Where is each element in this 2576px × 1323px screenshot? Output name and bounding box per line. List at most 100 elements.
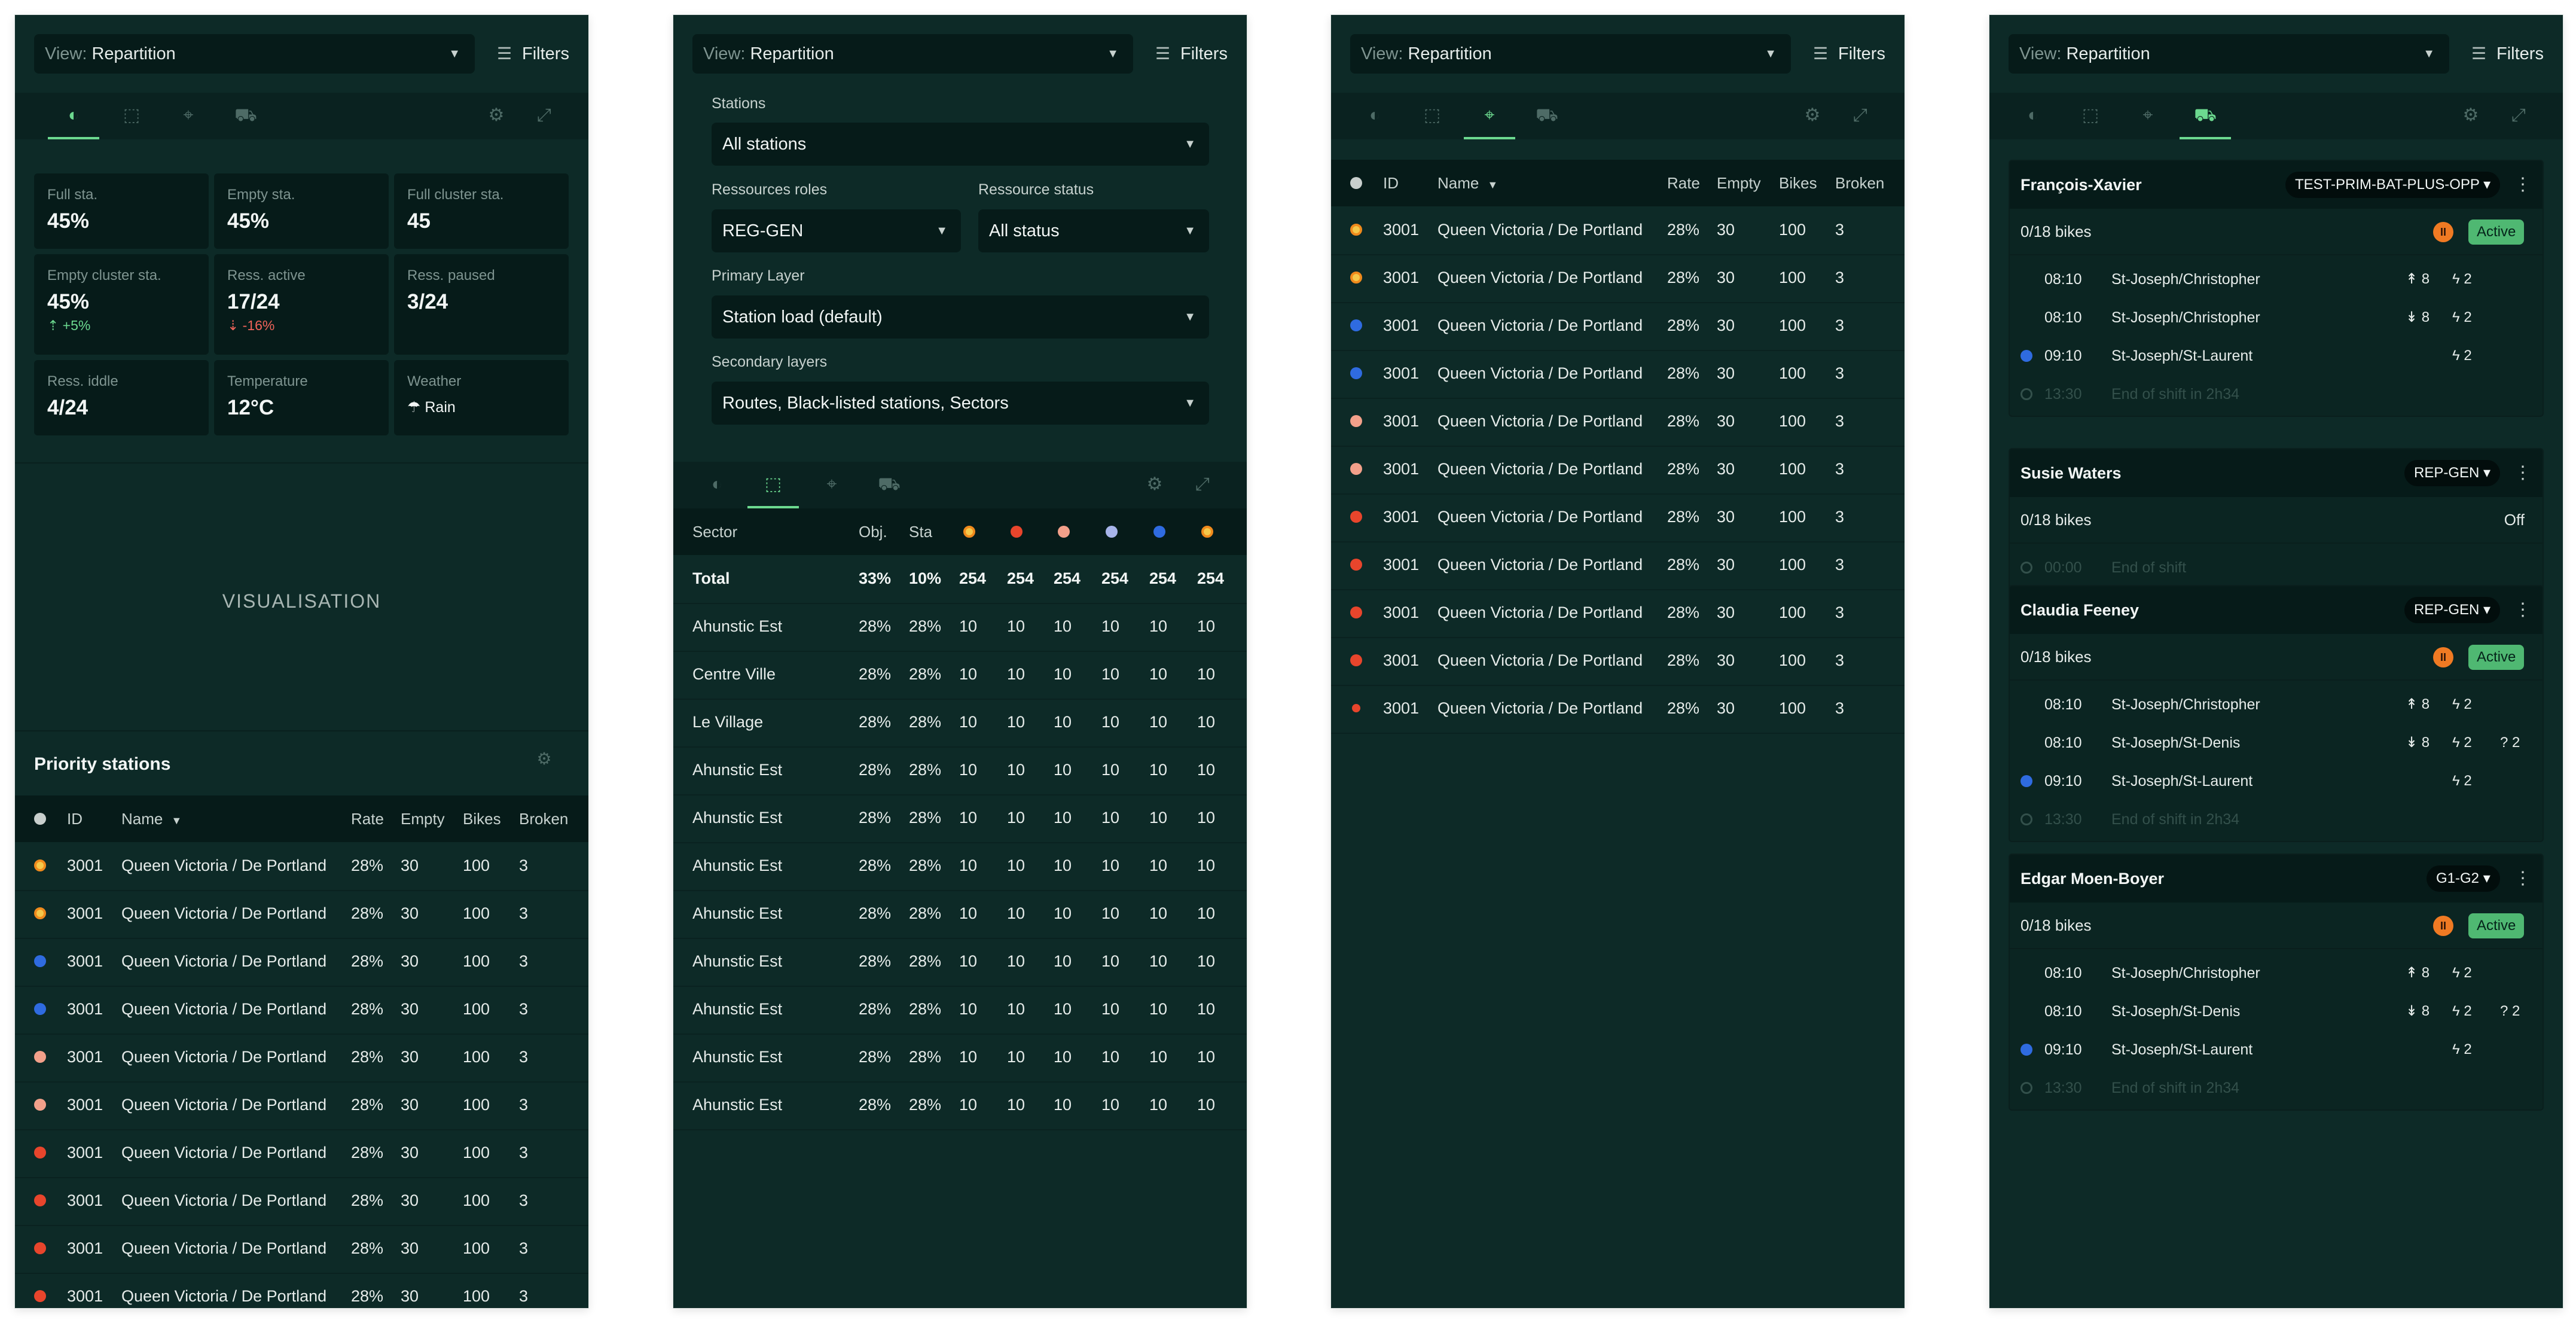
col-broken[interactable]: Broken — [519, 795, 568, 842]
table-row[interactable]: Ahunstic Est 28% 28% 10 10 10 10 10 10 — [673, 746, 1247, 795]
list-item[interactable]: 09:10 St-Joseph/St-Laurent ϟ 2 — [2010, 337, 2543, 375]
col-id[interactable]: ID — [67, 795, 83, 842]
col-id[interactable]: ID — [1383, 160, 1399, 206]
table-row[interactable]: 3001 Queen Victoria / De Portland 28% 30 100… — [15, 1177, 588, 1226]
tab-load[interactable]: ◐ — [2007, 93, 2059, 139]
col-bikes[interactable]: Bikes — [1779, 160, 1817, 206]
resource-card[interactable]: Claudia Feeney REP-GEN ▾ ⋮ 0/18 bikes II Acti… — [2009, 585, 2544, 842]
gear-icon[interactable]: ⚙ — [1134, 462, 1176, 508]
list-item[interactable]: 09:10 St-Joseph/St-Laurent ϟ 2 — [2010, 1031, 2543, 1069]
gear-icon[interactable]: ⚙ — [475, 93, 517, 139]
col-name[interactable]: Name ▼ — [1437, 160, 1498, 208]
table-row[interactable]: Ahunstic Est 28% 28% 10 10 10 10 10 10 — [673, 1081, 1247, 1130]
table-row[interactable]: 3001 Queen Victoria / De Portland 28% 30 100… — [1331, 589, 1904, 638]
view-select[interactable]: View: Repartition ▼ — [2009, 34, 2449, 74]
tab-load[interactable]: ◐ — [691, 462, 743, 508]
tab-load[interactable]: ◐ — [1349, 93, 1400, 139]
col-empty[interactable]: Empty — [401, 795, 445, 842]
tab-stations[interactable]: ⌖ — [1464, 93, 1515, 139]
expand-icon[interactable]: ⤢ — [523, 93, 565, 139]
table-row[interactable]: 3001 Queen Victoria / De Portland 28% 30 100… — [15, 1081, 588, 1130]
table-row[interactable]: 3001 Queen Victoria / De Portland 28% 30 100… — [1331, 637, 1904, 686]
table-row[interactable]: 3001 Queen Victoria / De Portland 28% 30 100… — [1331, 206, 1904, 255]
tab-sectors[interactable]: ⬚ — [2065, 93, 2116, 139]
gear-icon[interactable]: ⚙ — [2450, 93, 2492, 139]
status-select[interactable]: All status ▼ — [978, 209, 1209, 252]
col-bikes[interactable]: Bikes — [463, 795, 501, 842]
table-row[interactable]: 3001 Queen Victoria / De Portland 28% 30 100… — [1331, 254, 1904, 303]
table-row[interactable]: Centre Ville 28% 28% 10 10 10 10 10 10 — [673, 651, 1247, 700]
more-icon[interactable]: ⋮ — [2514, 449, 2532, 497]
table-row[interactable]: 3001 Queen Victoria / De Portland 28% 30 100… — [15, 842, 588, 891]
table-row[interactable]: 3001 Queen Victoria / De Portland 28% 30 100… — [1331, 350, 1904, 399]
table-row[interactable]: 3001 Queen Victoria / De Portland 28% 30 100… — [1331, 446, 1904, 495]
tab-vehicles[interactable]: ⛟ — [2180, 93, 2231, 139]
primary-layer-select[interactable]: Station load (default) ▼ — [712, 295, 1209, 339]
pause-icon[interactable]: II — [2433, 916, 2453, 936]
filters-button[interactable]: ☰ Filters 7 — [2458, 34, 2554, 74]
col-sector[interactable]: Sector — [692, 508, 737, 555]
list-item[interactable]: 09:10 St-Joseph/St-Laurent ϟ 2 — [2010, 762, 2543, 800]
col-broken[interactable]: Broken — [1835, 160, 1884, 206]
list-item[interactable]: 08:10 St-Joseph/St-Denis ↡ 8 ϟ 2 ? 2 — [2010, 724, 2543, 762]
table-row[interactable]: 3001 Queen Victoria / De Portland 28% 30 100… — [15, 938, 588, 987]
tab-sectors[interactable]: ⬚ — [106, 93, 157, 139]
list-item[interactable]: 08:10 St-Joseph/St-Denis ↡ 8 ϟ 2 ? 2 — [2010, 992, 2543, 1031]
table-row[interactable]: Le Village 28% 28% 10 10 10 10 10 10 — [673, 699, 1247, 748]
expand-icon[interactable]: ⤢ — [1839, 93, 1881, 139]
gear-icon[interactable]: ⚙ — [523, 736, 565, 783]
pause-icon[interactable]: II — [2433, 222, 2453, 242]
filters-button[interactable]: ☰ Filters — [1800, 34, 1896, 74]
table-row[interactable]: 3001 Queen Victoria / De Portland 28% 30 100… — [1331, 493, 1904, 542]
table-row[interactable]: 3001 Queen Victoria / De Portland 28% 30 100… — [15, 1129, 588, 1178]
resource-card[interactable]: Edgar Moen-Boyer G1-G2 ▾ ⋮ 0/18 bikes II Acti… — [2009, 853, 2544, 1111]
stations-select[interactable]: All stations ▼ — [712, 123, 1209, 166]
list-item[interactable]: 13:30 End of shift in 2h34 — [2010, 1069, 2543, 1107]
view-select[interactable]: View: Repartition ▼ — [692, 34, 1133, 74]
table-row[interactable]: Ahunstic Est 28% 28% 10 10 10 10 10 10 — [673, 794, 1247, 843]
role-select[interactable]: REP-GEN ▾ — [2404, 460, 2501, 486]
filters-button[interactable]: ☰ Filters — [484, 34, 579, 74]
table-row[interactable]: Ahunstic Est 28% 28% 10 10 10 10 10 10 — [673, 890, 1247, 939]
list-item[interactable]: 08:10 St-Joseph/Christopher ↟ 8 ϟ 2 — [2010, 260, 2543, 298]
table-row[interactable]: 3001 Queen Victoria / De Portland 28% 30 100… — [1331, 302, 1904, 351]
table-row[interactable]: 3001 Queen Victoria / De Portland 28% 30 100… — [1331, 398, 1904, 447]
list-item[interactable]: 08:10 St-Joseph/Christopher ↟ 8 ϟ 2 — [2010, 685, 2543, 724]
list-item[interactable]: 13:30 End of shift in 2h34 — [2010, 375, 2543, 413]
visualisation-area[interactable]: VISUALISATION — [15, 464, 588, 739]
expand-icon[interactable]: ⤢ — [1182, 462, 1223, 508]
col-empty[interactable]: Empty — [1717, 160, 1761, 206]
tab-vehicles[interactable]: ⛟ — [1521, 93, 1573, 139]
table-row[interactable]: 3001 Queen Victoria / De Portland 28% 30 100… — [1331, 541, 1904, 590]
table-row[interactable]: 3001 Queen Victoria / De Portland 28% 30 100… — [15, 1225, 588, 1274]
tab-stations[interactable]: ⌖ — [163, 93, 214, 139]
table-row[interactable]: 3001 Queen Victoria / De Portland 28% 30 100… — [15, 1273, 588, 1308]
pause-icon[interactable]: II — [2433, 647, 2453, 667]
tab-vehicles[interactable]: ⛟ — [863, 462, 915, 508]
table-row[interactable]: 3001 Queen Victoria / De Portland 28% 30 100… — [15, 1034, 588, 1083]
view-select[interactable]: View: Repartition ▼ — [34, 34, 475, 74]
table-row[interactable]: Ahunstic Est 28% 28% 10 10 10 10 10 10 — [673, 938, 1247, 987]
gear-icon[interactable]: ⚙ — [1791, 93, 1833, 139]
col-rate[interactable]: Rate — [351, 795, 384, 842]
resource-card[interactable]: François-Xavier TEST-PRIM-BAT-PLUS-OPP ▾ ⋮… — [2009, 160, 2544, 417]
table-row[interactable]: 3001 Queen Victoria / De Portland 28% 30 100… — [1331, 685, 1904, 734]
col-name[interactable]: Name ▼ — [121, 795, 182, 844]
col-obj[interactable]: Obj. — [859, 508, 887, 555]
resource-card[interactable]: Susie Waters REP-GEN ▾ ⋮ 0/18 bikes Off 00:00… — [2009, 448, 2544, 590]
tab-vehicles[interactable]: ⛟ — [220, 93, 271, 139]
table-row[interactable]: Ahunstic Est 28% 28% 10 10 10 10 10 10 — [673, 986, 1247, 1035]
more-icon[interactable]: ⋮ — [2514, 161, 2532, 209]
role-select[interactable]: REP-GEN ▾ — [2404, 597, 2501, 623]
roles-select[interactable]: REG-GEN ▼ — [712, 209, 961, 252]
tab-sectors[interactable]: ⬚ — [747, 462, 799, 508]
table-row[interactable]: 3001 Queen Victoria / De Portland 28% 30 100… — [15, 986, 588, 1035]
tab-stations[interactable]: ⌖ — [2122, 93, 2174, 139]
list-item[interactable]: 08:10 St-Joseph/Christopher ↟ 8 ϟ 2 — [2010, 954, 2543, 992]
list-item[interactable]: 08:10 St-Joseph/Christopher ↡ 8 ϟ 2 — [2010, 298, 2543, 337]
list-item[interactable]: 13:30 End of shift in 2h34 — [2010, 800, 2543, 839]
table-row[interactable]: 3001 Queen Victoria / De Portland 28% 30 100… — [15, 890, 588, 939]
tab-load[interactable]: ◐ — [48, 93, 99, 139]
expand-icon[interactable]: ⤢ — [2498, 93, 2540, 139]
total-row[interactable]: Total 33% 10% 254 254 254 254 254 254 — [673, 555, 1247, 604]
